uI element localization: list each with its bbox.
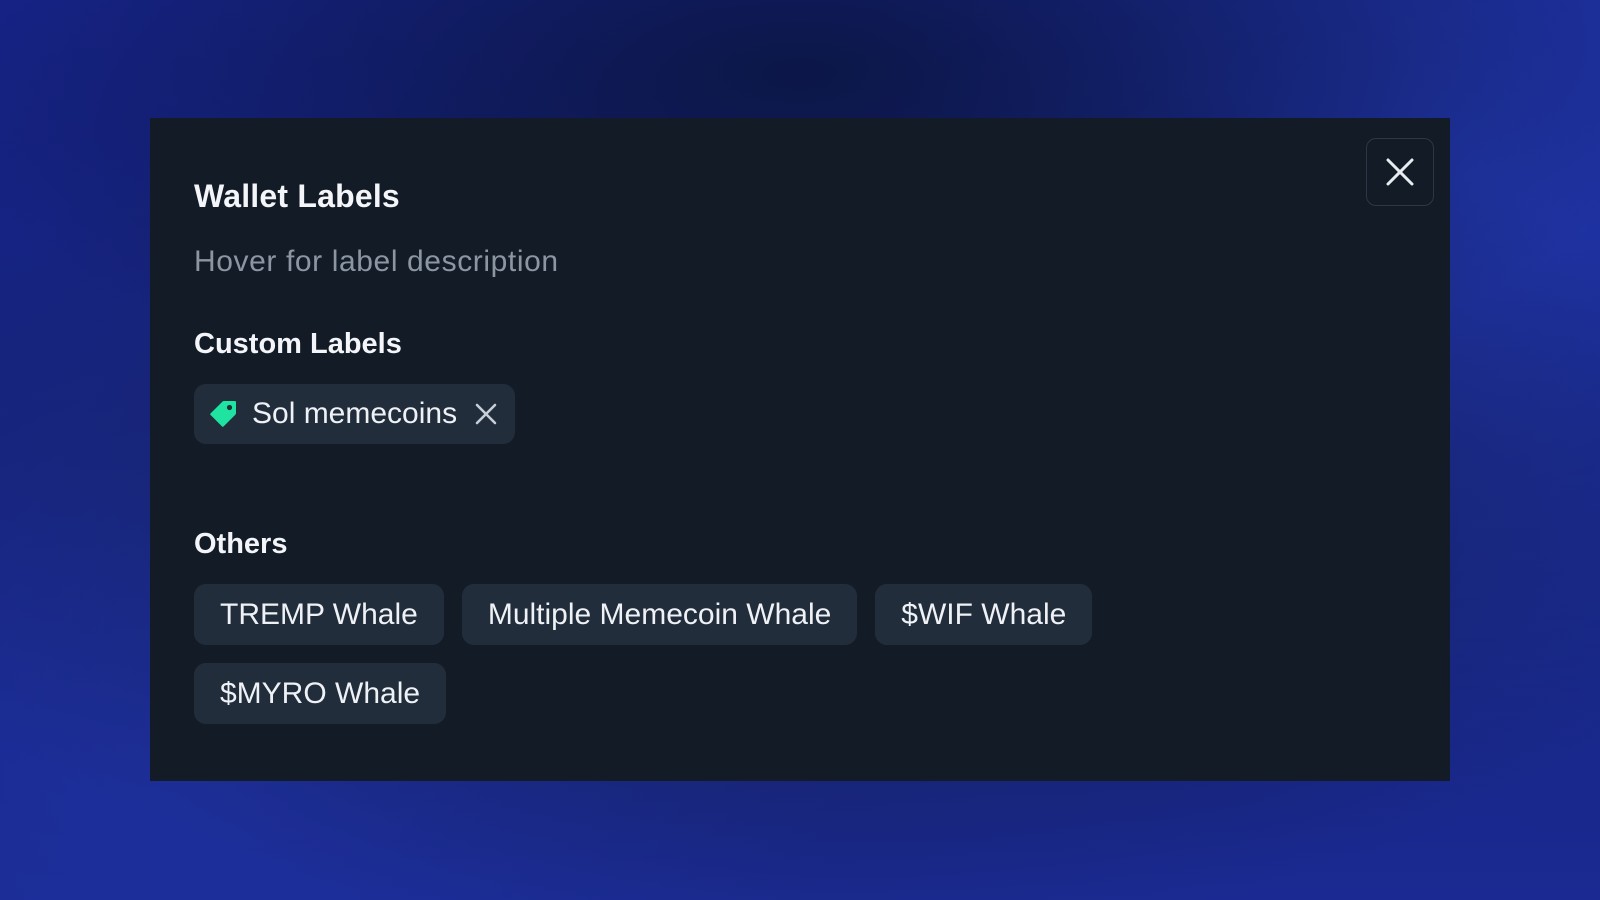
label-chip-myro-whale[interactable]: $MYRO Whale bbox=[194, 663, 447, 724]
tag-icon bbox=[208, 399, 238, 429]
wallet-labels-modal: Wallet Labels Hover for label descriptio… bbox=[150, 118, 1450, 781]
close-icon bbox=[475, 403, 497, 425]
close-icon bbox=[1386, 158, 1414, 186]
custom-labels-list: Sol memecoins bbox=[194, 384, 1406, 444]
remove-label-button[interactable] bbox=[473, 401, 499, 427]
custom-label-text: Sol memecoins bbox=[252, 397, 458, 430]
label-chip-tremp-whale[interactable]: TREMP Whale bbox=[194, 584, 444, 645]
custom-label-chip[interactable]: Sol memecoins bbox=[194, 384, 516, 444]
modal-title: Wallet Labels bbox=[194, 178, 400, 214]
close-button[interactable] bbox=[1366, 138, 1434, 206]
others-labels-list: TREMP Whale Multiple Memecoin Whale $WIF… bbox=[194, 584, 1194, 724]
label-chip-wif-whale[interactable]: $WIF Whale bbox=[875, 584, 1093, 645]
others-heading: Others bbox=[194, 528, 288, 560]
custom-labels-heading: Custom Labels bbox=[194, 328, 402, 360]
label-chip-multiple-memecoin-whale[interactable]: Multiple Memecoin Whale bbox=[461, 584, 858, 645]
modal-subtitle: Hover for label description bbox=[194, 245, 559, 278]
